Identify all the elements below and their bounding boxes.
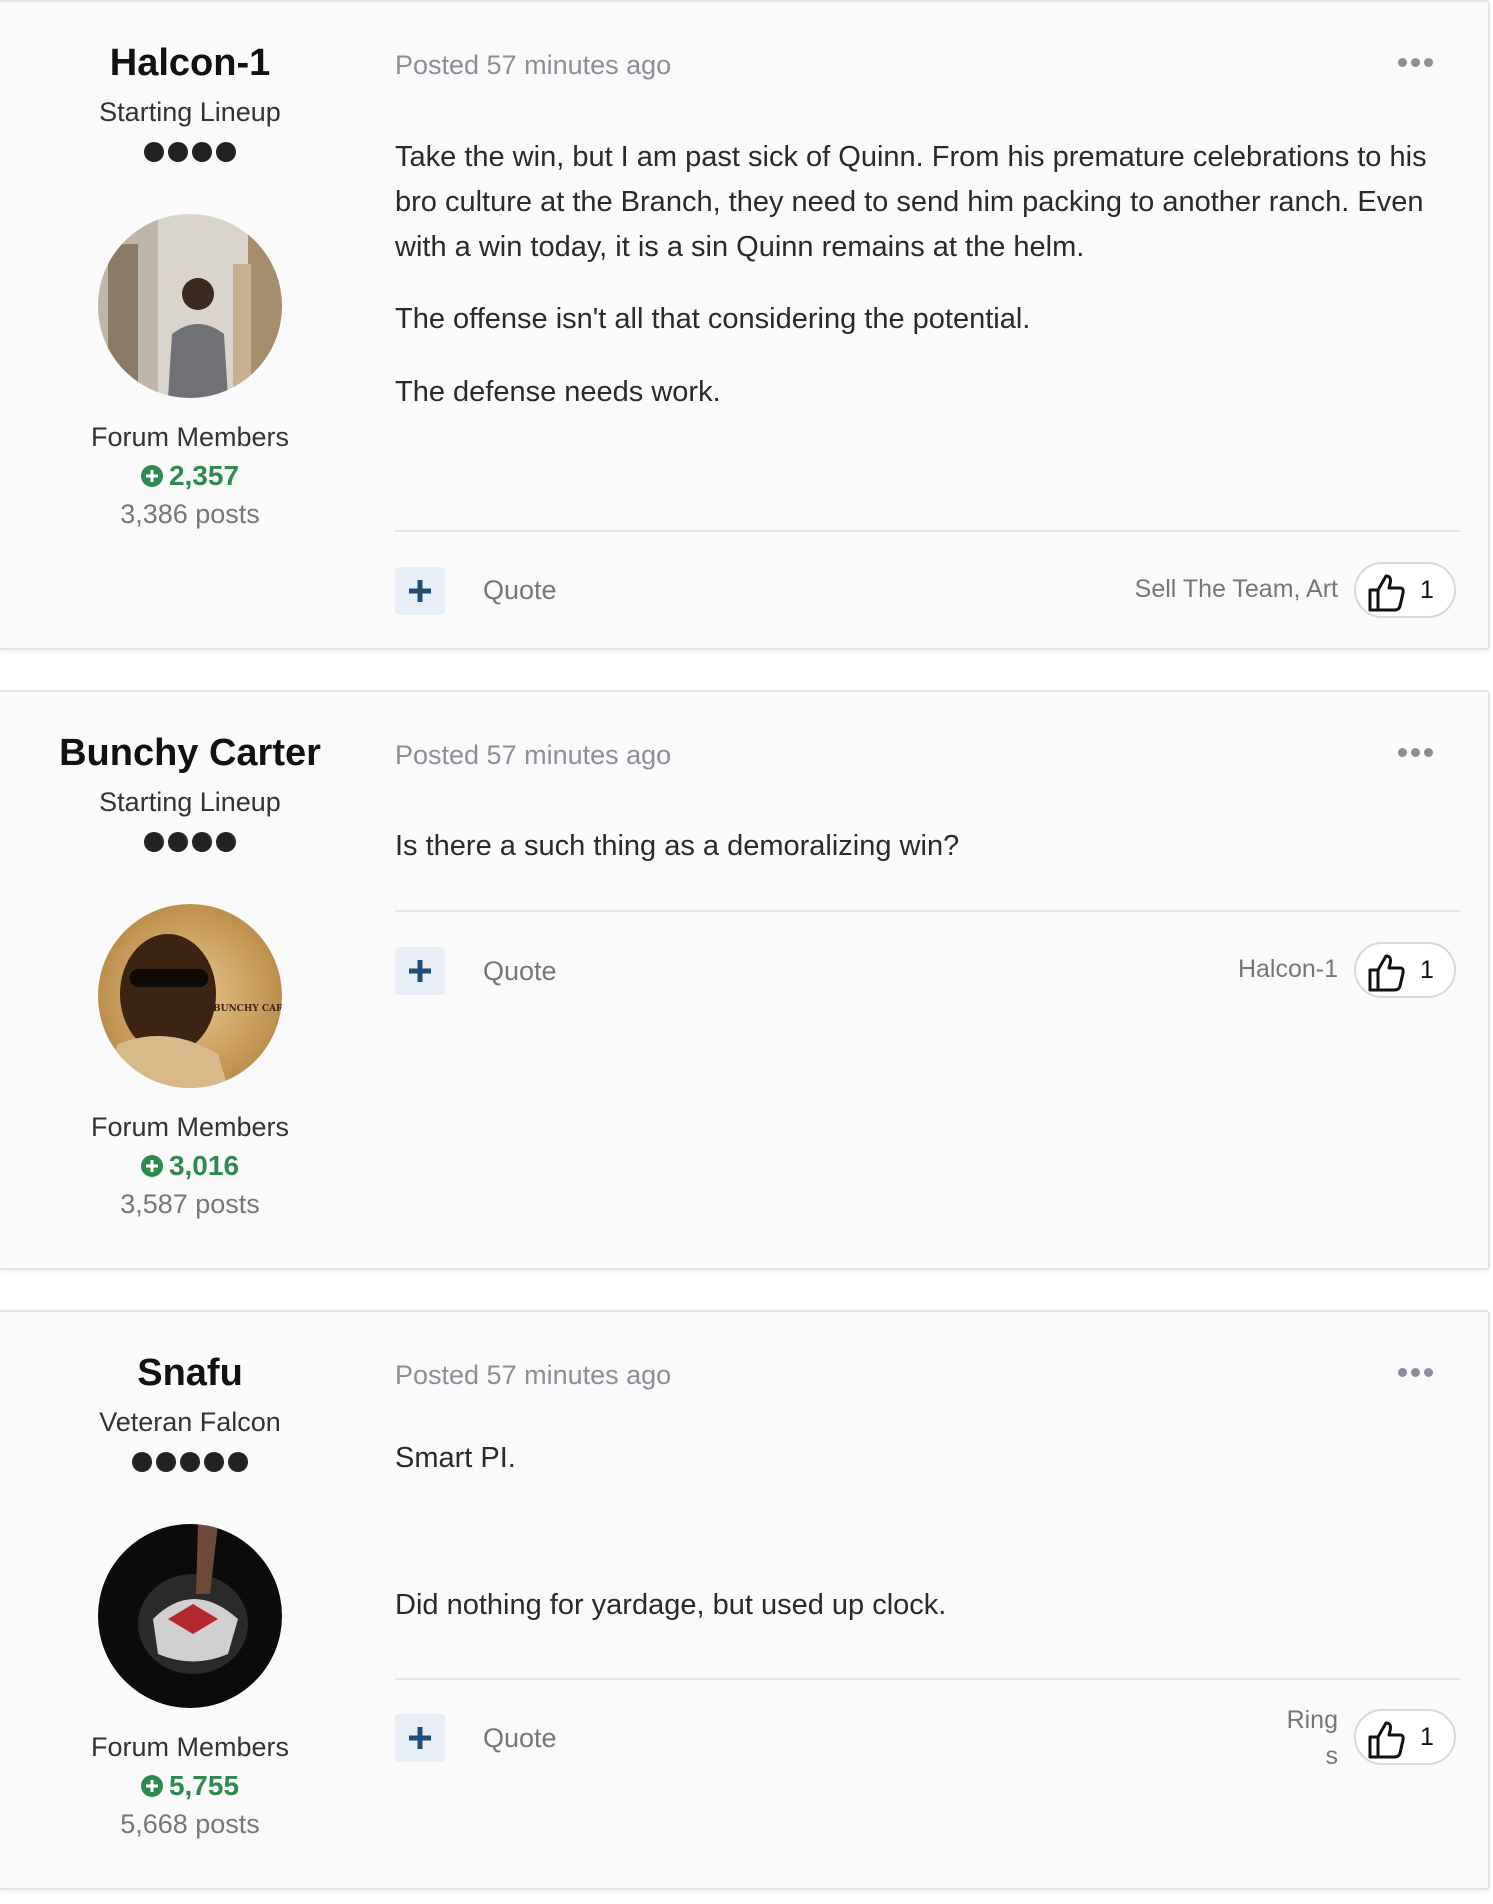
reaction-likers[interactable]: Sell The Team, Art xyxy=(1135,575,1338,604)
svg-text:BUNCHY CART: BUNCHY CART xyxy=(213,1004,282,1014)
reputation-value: 5,755 xyxy=(168,1770,240,1801)
avatar[interactable] xyxy=(98,1524,282,1708)
options-dots-icon[interactable] xyxy=(1398,1368,1433,1377)
avatar[interactable]: BUNCHY CART xyxy=(98,904,282,1088)
like-reaction[interactable]: 1 xyxy=(1354,942,1456,998)
rank-pips xyxy=(0,1452,380,1472)
likers-line: s xyxy=(1325,1742,1339,1770)
like-reaction[interactable]: 1 xyxy=(1354,562,1456,618)
avatar[interactable] xyxy=(98,214,282,398)
post: Snafu Veteran Falcon Forum Members 5,755… xyxy=(0,1310,1490,1890)
rank-pips xyxy=(0,142,380,162)
quote-button[interactable]: Quote xyxy=(483,956,557,987)
author-rank: Starting Lineup xyxy=(99,97,281,127)
reputation-plus-icon xyxy=(140,465,163,487)
post-paragraph: Is there a such thing as a demoralizing … xyxy=(395,830,960,862)
author-name[interactable]: Halcon-1 xyxy=(0,42,380,85)
plus-icon xyxy=(409,580,431,602)
post-paragraph: The offense isn't all that considering t… xyxy=(395,303,1031,335)
multiquote-button[interactable] xyxy=(395,947,445,995)
post-paragraph: Take the win, but I am past sick of Quin… xyxy=(395,141,1427,263)
author-rank: Veteran Falcon xyxy=(99,1407,281,1437)
likers-line: Ring xyxy=(1286,1706,1338,1734)
post-paragraph: The defense needs work. xyxy=(395,376,721,408)
member-group: Forum Members xyxy=(90,1732,290,1762)
reputation: 3,016 xyxy=(0,1150,380,1182)
reputation: 5,755 xyxy=(0,1770,380,1802)
multiquote-button[interactable] xyxy=(395,567,445,615)
rank-pips xyxy=(0,832,380,852)
quote-button[interactable]: Quote xyxy=(483,575,557,606)
options-dots-icon[interactable] xyxy=(1398,748,1433,757)
plus-icon xyxy=(409,1727,431,1749)
divider xyxy=(395,910,1460,912)
reputation-plus-icon xyxy=(140,1155,163,1177)
author-name[interactable]: Snafu xyxy=(0,1352,380,1395)
like-reaction[interactable]: 1 xyxy=(1354,1709,1456,1765)
reputation-value: 2,357 xyxy=(168,460,240,491)
author-name[interactable]: Bunchy Carter xyxy=(0,732,380,775)
options-dots-icon[interactable] xyxy=(1398,58,1433,67)
post-content: Smart PI. Did nothing for yardage, but u… xyxy=(395,1436,1455,1628)
thumbs-up-icon xyxy=(1368,1721,1405,1759)
thumbs-up-icon xyxy=(1368,574,1405,612)
reaction-likers[interactable]: Halcon-1 xyxy=(1238,955,1338,984)
divider xyxy=(395,1678,1460,1680)
author-rank: Starting Lineup xyxy=(99,787,281,817)
multiquote-button[interactable] xyxy=(395,1714,445,1762)
post-paragraph: Did nothing for yardage, but used up clo… xyxy=(395,1589,947,1621)
quote-button[interactable]: Quote xyxy=(483,1723,557,1754)
post-content: Is there a such thing as a demoralizing … xyxy=(395,824,1455,869)
post-paragraph: Smart PI. xyxy=(395,1442,516,1474)
post-count: 3,386 posts xyxy=(120,499,260,529)
thumbs-up-icon xyxy=(1368,954,1405,992)
reaction-likers[interactable]: Ring s xyxy=(1287,1702,1338,1774)
post-timestamp[interactable]: Posted 57 minutes ago xyxy=(395,740,671,771)
reputation: 2,357 xyxy=(0,460,380,492)
post-count: 5,668 posts xyxy=(120,1809,260,1839)
post-timestamp[interactable]: Posted 57 minutes ago xyxy=(395,1360,671,1391)
like-count: 1 xyxy=(1420,576,1434,604)
post-content: Take the win, but I am past sick of Quin… xyxy=(395,135,1455,415)
like-count: 1 xyxy=(1420,1723,1434,1751)
divider xyxy=(395,530,1460,532)
post: Halcon-1 Starting Lineup Forum Members 2… xyxy=(0,0,1490,650)
post-timestamp[interactable]: Posted 57 minutes ago xyxy=(395,50,671,81)
reputation-value: 3,016 xyxy=(168,1150,240,1181)
plus-icon xyxy=(409,960,431,982)
like-count: 1 xyxy=(1420,956,1434,984)
member-group: Forum Members xyxy=(90,422,290,452)
reputation-plus-icon xyxy=(140,1775,163,1797)
post: Bunchy Carter Starting Lineup BUNCHY CAR… xyxy=(0,690,1490,1270)
post-count: 3,587 posts xyxy=(120,1189,260,1219)
member-group: Forum Members xyxy=(90,1112,290,1142)
